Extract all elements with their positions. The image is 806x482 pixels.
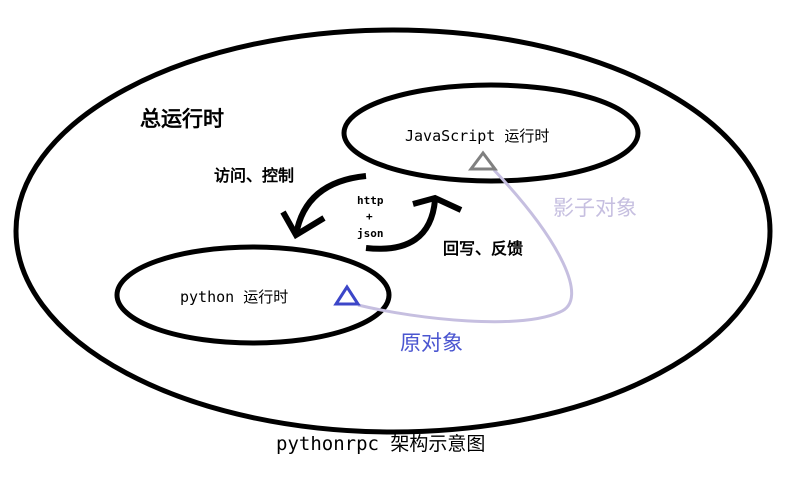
writeback-feedback-label: 回写、反馈 <box>443 239 523 258</box>
feedback-arrow <box>365 199 438 252</box>
original-object-label: 原对象 <box>400 331 463 355</box>
shadow-object-triangle <box>468 150 498 171</box>
total-runtime-ellipse <box>13 27 773 435</box>
original-object-triangle <box>333 284 361 306</box>
protocol-http: http <box>357 194 384 207</box>
shadow-object-label: 影子对象 <box>553 196 637 220</box>
total-runtime-label: 总运行时 <box>140 107 224 131</box>
protocol-plus: + <box>366 210 373 223</box>
js-runtime-label: JavaScript 运行时 <box>405 127 549 145</box>
diagram-caption: pythonrpc 架构示意图 <box>276 433 485 455</box>
python-runtime-label: python 运行时 <box>180 288 288 306</box>
access-control-label: 访问、控制 <box>214 166 294 185</box>
protocol-json: json <box>357 227 384 240</box>
architecture-diagram: 总运行时 JavaScript 运行时 python 运行时 访问、控制 回写、… <box>13 27 773 455</box>
